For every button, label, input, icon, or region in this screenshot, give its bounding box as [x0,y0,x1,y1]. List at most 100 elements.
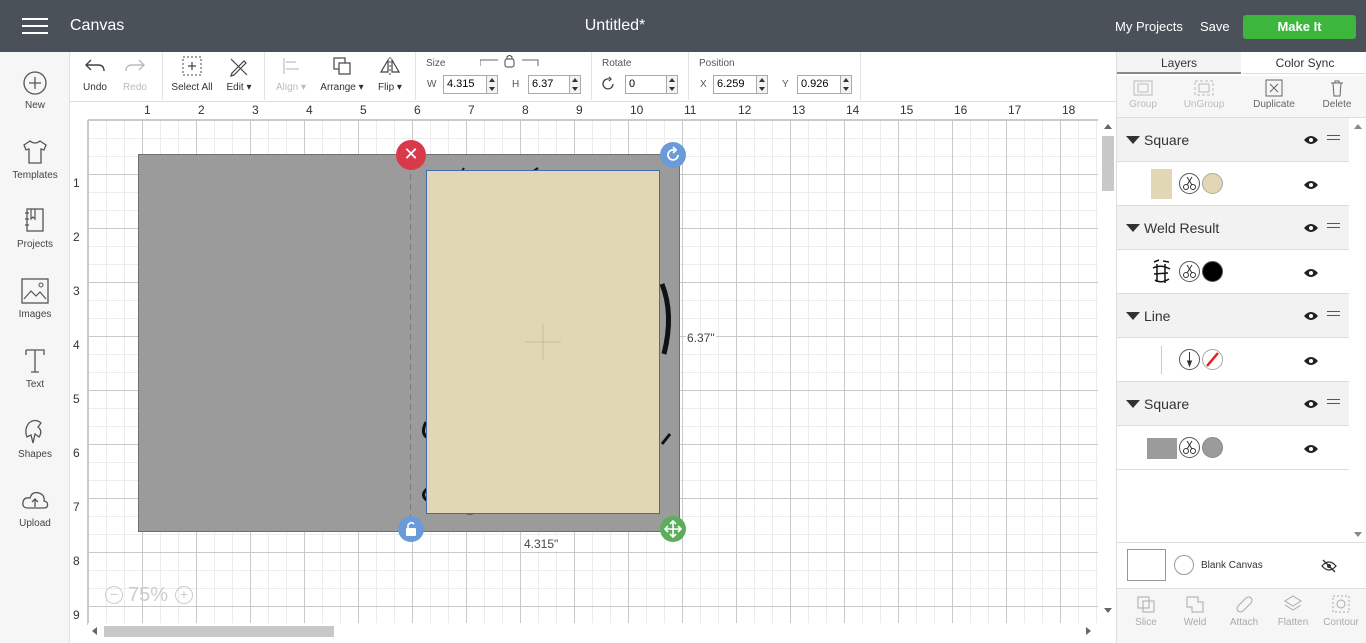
zoom-out-button[interactable]: − [105,586,123,604]
ruler-tick-label: 12 [738,103,752,117]
unlock-handle-icon[interactable] [398,516,424,542]
layer-group-weld-result[interactable]: Weld Result [1117,206,1349,250]
group-button[interactable]: Group [1113,79,1173,110]
height-stepper[interactable] [569,75,581,94]
layer-row-line[interactable] [1117,338,1349,382]
eye-hidden-icon[interactable] [1320,559,1338,573]
ruler-tick-label: 5 [360,103,367,117]
sidebar-item-label: Templates [12,170,58,181]
vertical-scrollbar[interactable] [1100,120,1116,625]
my-projects-link[interactable]: My Projects [1115,19,1183,34]
color-swatch[interactable] [1202,349,1223,370]
sidebar-item-images[interactable]: Images [0,277,70,320]
y-position-stepper[interactable] [840,75,852,94]
layer-group-square-beige[interactable]: Square [1117,118,1349,162]
sidebar-item-projects[interactable]: Projects [0,207,70,250]
sidebar-item-new[interactable]: New [0,70,70,111]
scissors-icon[interactable] [1179,437,1200,458]
tab-layers[interactable]: Layers [1117,52,1241,74]
x-position-input[interactable]: 6.259 [713,75,757,94]
drag-handle-icon[interactable] [1327,399,1340,407]
tab-color-sync[interactable]: Color Sync [1243,52,1366,74]
height-label: H [512,79,520,90]
layer-row-square-gray[interactable] [1117,426,1349,470]
drag-handle-icon[interactable] [1327,311,1340,319]
zoom-in-button[interactable]: + [175,586,193,604]
collapse-caret-icon[interactable] [1126,224,1140,232]
rotate-stepper[interactable] [666,75,678,94]
delete-handle-icon[interactable]: ✕ [396,140,426,170]
layers-scrollbar[interactable] [1349,118,1366,542]
horizontal-scrollbar[interactable] [88,623,1098,639]
rotate-handle-icon[interactable] [660,142,686,168]
arrange-button[interactable]: Arrange ▾ [318,55,366,93]
edit-button[interactable]: Edit ▾ [222,55,256,93]
height-input[interactable]: 6.37 [528,75,570,94]
scroll-right-icon[interactable] [1086,627,1091,635]
scroll-up-icon[interactable] [1104,124,1112,129]
lock-icon[interactable] [480,54,540,70]
eye-icon[interactable] [1303,355,1319,367]
collapse-caret-icon[interactable] [1126,312,1140,320]
ungroup-button[interactable]: UnGroup [1174,79,1234,110]
x-position-stepper[interactable] [756,75,768,94]
scroll-down-icon[interactable] [1354,532,1362,537]
pen-icon[interactable] [1179,349,1200,370]
align-button[interactable]: Align ▾ [270,55,312,93]
sidebar-item-shapes[interactable]: Shapes [0,417,70,460]
attach-button[interactable]: Attach [1220,594,1268,628]
eye-icon[interactable] [1303,222,1319,234]
eye-icon[interactable] [1303,134,1319,146]
drag-handle-icon[interactable] [1327,135,1340,143]
canvas-thumbnail [1127,549,1166,581]
flatten-button[interactable]: Flatten [1269,594,1317,628]
undo-button[interactable]: Undo [78,56,112,93]
make-it-button[interactable]: Make It [1243,15,1356,39]
layer-group-square-gray[interactable]: Square [1117,382,1349,426]
scissors-icon[interactable] [1179,261,1200,282]
contour-button[interactable]: Contour [1317,594,1365,628]
color-swatch[interactable] [1202,261,1223,282]
collapse-caret-icon[interactable] [1126,136,1140,144]
weld-button[interactable]: Weld [1171,594,1219,628]
slice-button[interactable]: Slice [1122,594,1170,628]
save-button[interactable]: Save [1200,19,1230,34]
document-title: Untitled* [584,17,646,34]
redo-button[interactable]: Redo [118,56,152,93]
sidebar-item-text[interactable]: Text [0,347,70,390]
eye-icon[interactable] [1303,310,1319,322]
design-canvas[interactable]: 1 2 3 4 5 6 7 8 9 10 11 12 13 14 15 16 1… [70,102,1116,643]
width-input[interactable]: 4.315 [443,75,487,94]
arrange-label: Arrange [320,82,356,93]
collapse-caret-icon[interactable] [1126,400,1140,408]
rotate-input[interactable]: 0 [625,75,667,94]
duplicate-button[interactable]: Duplicate [1244,79,1304,110]
blank-canvas-row[interactable]: Blank Canvas [1117,542,1366,586]
flip-button[interactable]: Flip ▾ [372,55,408,93]
eye-icon[interactable] [1303,179,1319,191]
eye-icon[interactable] [1303,267,1319,279]
canvas-color-swatch[interactable] [1174,555,1194,575]
color-swatch[interactable] [1202,173,1223,194]
y-position-input[interactable]: 0.926 [797,75,841,94]
layer-row-weld-result[interactable] [1117,250,1349,294]
scroll-up-icon[interactable] [1354,124,1362,129]
layer-row-square-beige[interactable] [1117,162,1349,206]
vertical-scroll-thumb[interactable] [1102,136,1114,191]
delete-button[interactable]: Delete [1307,79,1366,110]
eye-icon[interactable] [1303,398,1319,410]
eye-icon[interactable] [1303,443,1319,455]
sidebar-item-templates[interactable]: Templates [0,138,70,181]
sidebar-item-label: Upload [19,518,51,529]
horizontal-scroll-thumb[interactable] [104,626,334,637]
scale-handle-icon[interactable] [660,516,686,542]
width-stepper[interactable] [486,75,498,94]
drag-handle-icon[interactable] [1327,223,1340,231]
color-swatch[interactable] [1202,437,1223,458]
sidebar-item-upload[interactable]: Upload [0,488,70,529]
scroll-down-icon[interactable] [1104,608,1112,613]
scroll-left-icon[interactable] [92,627,97,635]
scissors-icon[interactable] [1179,173,1200,194]
select-all-button[interactable]: Select All [168,55,216,93]
layer-group-line[interactable]: Line [1117,294,1349,338]
